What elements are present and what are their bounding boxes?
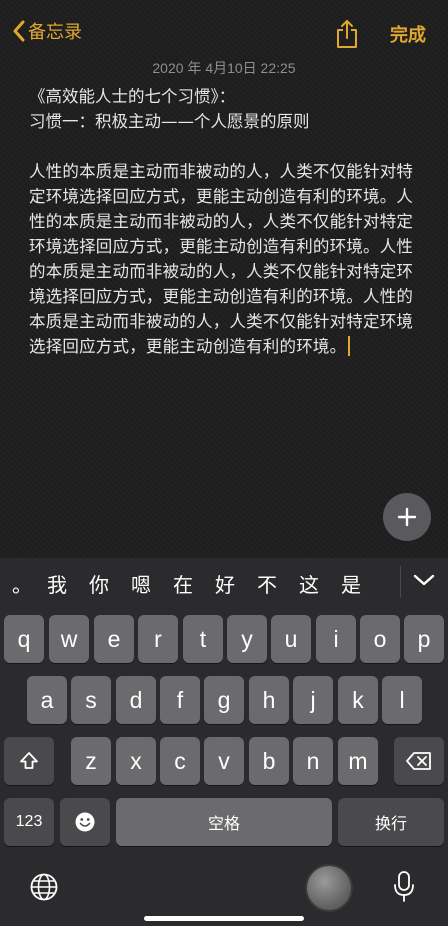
switch-keyboard-button[interactable] [29,872,59,906]
key-h[interactable]: h [249,676,289,724]
key-z[interactable]: z [71,737,111,785]
candidate-item[interactable]: 好 [204,569,246,598]
candidate-item[interactable]: 我 [36,569,78,598]
key-p[interactable]: p [404,615,444,663]
key-x[interactable]: x [116,737,156,785]
candidate-item[interactable]: 嗯 [120,569,162,598]
note-date: 2020 年 4月10日 22:25 [152,60,296,76]
note-title-line-2: 习惯一：积极主动——个人愿景的原则 [29,112,310,131]
key-l[interactable]: l [382,676,422,724]
note-body-text: 人性的本质是主动而非被动的人，人类不仅能针对特定环境选择回应方式，更能主动创造有… [29,162,414,356]
key-k[interactable]: k [338,676,378,724]
key-q[interactable]: q [4,615,44,663]
candidate-item[interactable]: 你 [78,569,120,598]
space-key[interactable]: 空格 [116,798,332,846]
candidate-item[interactable]: 在 [162,569,204,598]
note-content[interactable]: 《高效能人士的七个习惯》： 习惯一：积极主动——个人愿景的原则 人性的本质是主动… [29,84,421,359]
candidate-bar: 。 我 你 嗯 在 好 不 这 是 [0,558,448,608]
key-a[interactable]: a [27,676,67,724]
note-editor[interactable]: 备忘录 完成 2020 年 4月10日 22:25 《高效能人士的七个习惯》： … [0,0,448,558]
back-label: 备忘录 [28,22,82,43]
candidate-item[interactable]: 不 [246,569,288,598]
key-s[interactable]: s [71,676,111,724]
shift-key[interactable] [4,737,54,785]
plus-icon [397,507,417,527]
shift-icon [20,752,38,769]
emoji-icon [75,812,95,832]
key-f[interactable]: f [160,676,200,724]
share-icon [337,20,357,48]
microphone-button[interactable] [392,870,416,908]
key-u[interactable]: u [271,615,311,663]
expand-candidates-button[interactable] [411,570,437,594]
home-indicator[interactable] [144,916,304,921]
key-i[interactable]: i [316,615,356,663]
candidate-item[interactable]: 是 [330,569,372,598]
done-button[interactable]: 完成 [390,21,426,47]
key-v[interactable]: v [204,737,244,785]
navigation-bar: 备忘录 完成 [0,0,448,60]
microphone-icon [394,871,414,902]
key-g[interactable]: g [204,676,244,724]
key-m[interactable]: m [338,737,378,785]
globe-icon [30,873,58,901]
key-e[interactable]: e [94,615,134,663]
key-y[interactable]: y [227,615,267,663]
emoji-key[interactable] [60,798,110,846]
key-r[interactable]: r [138,615,178,663]
chevron-down-icon [413,574,435,586]
back-button[interactable]: 备忘录 [12,18,82,44]
text-cursor [348,336,351,356]
key-j[interactable]: j [293,676,333,724]
share-button[interactable] [334,19,360,53]
key-w[interactable]: w [49,615,89,663]
candidate-item[interactable]: 。 [0,569,36,598]
chevron-left-icon [13,20,25,42]
key-o[interactable]: o [360,615,400,663]
numbers-key[interactable]: 123 [4,798,54,846]
key-c[interactable]: c [160,737,200,785]
key-t[interactable]: t [183,615,223,663]
key-n[interactable]: n [293,737,333,785]
key-d[interactable]: d [116,676,156,724]
candidate-item[interactable]: 这 [288,569,330,598]
add-button[interactable] [383,493,431,541]
key-b[interactable]: b [249,737,289,785]
dictation-button[interactable] [307,866,351,910]
candidate-divider [400,566,401,598]
delete-icon [406,752,431,770]
delete-key[interactable] [394,737,444,785]
return-key[interactable]: 换行 [338,798,444,846]
note-title-line-1: 《高效能人士的七个习惯》： [29,87,236,106]
note-body: 人性的本质是主动而非被动的人，人类不仅能针对特定环境选择回应方式，更能主动创造有… [29,159,421,359]
